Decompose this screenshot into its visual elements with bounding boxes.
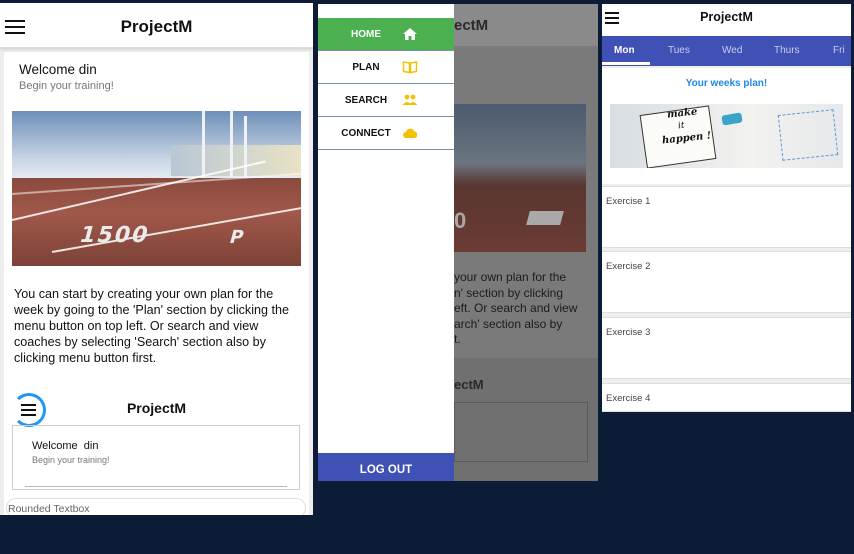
tab-thurs[interactable]: Thurs xyxy=(774,45,800,56)
nested-welcome: Welcome din xyxy=(32,440,99,452)
book-icon xyxy=(402,60,418,74)
exercise-label: Exercise 4 xyxy=(606,393,651,404)
logout-button[interactable]: LOG OUT xyxy=(318,453,454,481)
home-card: Welcome din Begin your training! 1500 P … xyxy=(4,52,309,432)
drawer-item-search[interactable]: SEARCH xyxy=(318,84,454,117)
exercise-item[interactable]: Exercise 3 xyxy=(602,317,851,379)
intro-text: You can start by creating your own plan … xyxy=(14,287,290,365)
drawer-item-home-label: HOME xyxy=(351,29,381,40)
exercise-item[interactable]: Exercise 1 xyxy=(602,186,851,248)
bg-text: your own plan for the n' section by clic… xyxy=(454,270,578,346)
drawer-item-connect[interactable]: CONNECT xyxy=(318,117,454,150)
banner-word-2: it xyxy=(677,120,686,132)
welcome-text: Welcome din xyxy=(19,62,97,77)
exercise-item[interactable]: Exercise 2 xyxy=(602,251,851,313)
rounded-textbox[interactable]: Rounded Textbox xyxy=(6,498,306,515)
plan-app-title: ProjectM xyxy=(700,10,753,24)
nav-drawer: HOME PLAN SEARCH CONNECT LOG OUT xyxy=(318,4,454,481)
exercise-item[interactable]: Exercise 4 xyxy=(602,383,851,412)
plan-heading: Your weeks plan! xyxy=(685,78,768,89)
plan-app-bar: ProjectM xyxy=(602,4,851,36)
nested-app-title: ProjectM xyxy=(126,400,187,416)
app-title: ProjectM xyxy=(120,17,193,36)
nested-preview: ProjectM Welcome din Begin your training… xyxy=(4,384,309,515)
exercise-label: Exercise 1 xyxy=(606,196,651,207)
rounded-textbox-label: Rounded Textbox xyxy=(8,503,90,515)
exercise-label: Exercise 2 xyxy=(606,261,651,272)
bg-title: ectM xyxy=(454,17,489,34)
tab-indicator xyxy=(602,62,650,65)
exercise-label: Exercise 3 xyxy=(606,327,651,338)
bg-title-2: ectM xyxy=(454,377,484,392)
welcome-subtitle: Begin your training! xyxy=(19,80,114,92)
drawer-item-home[interactable]: HOME xyxy=(318,18,454,51)
motivation-banner: make it happen ! xyxy=(610,104,843,168)
track-image: 1500 P xyxy=(12,111,301,266)
home-screen: ProjectM Welcome din Begin your training… xyxy=(0,3,313,515)
tab-fri[interactable]: Fri xyxy=(833,45,845,56)
app-bar: ProjectM xyxy=(0,3,313,48)
plan-header-card: Your weeks plan! make it happen ! xyxy=(602,68,851,184)
track-lane-number: 1500 xyxy=(76,223,153,248)
tab-tues[interactable]: Tues xyxy=(668,45,690,56)
drawer-screen: ectM 0 your own plan for the n' section … xyxy=(318,4,598,481)
cloud-icon xyxy=(402,126,418,140)
drawer-item-plan[interactable]: PLAN xyxy=(318,51,454,84)
drawer-item-plan-label: PLAN xyxy=(352,62,380,73)
home-icon xyxy=(402,27,418,41)
drawer-item-connect-label: CONNECT xyxy=(341,128,391,139)
dimmed-background: ectM 0 your own plan for the n' section … xyxy=(454,4,598,481)
plan-screen: ProjectM Mon Tues Wed Thurs Fri Your wee… xyxy=(602,4,851,412)
tab-mon[interactable]: Mon xyxy=(614,45,635,56)
tab-wed[interactable]: Wed xyxy=(722,45,742,56)
people-icon xyxy=(402,93,418,107)
bg-image: 0 xyxy=(454,104,586,252)
nested-card: Welcome din Begin your training! xyxy=(12,425,300,490)
drawer-item-search-label: SEARCH xyxy=(344,95,388,106)
nested-subtitle: Begin your training! xyxy=(32,455,110,465)
